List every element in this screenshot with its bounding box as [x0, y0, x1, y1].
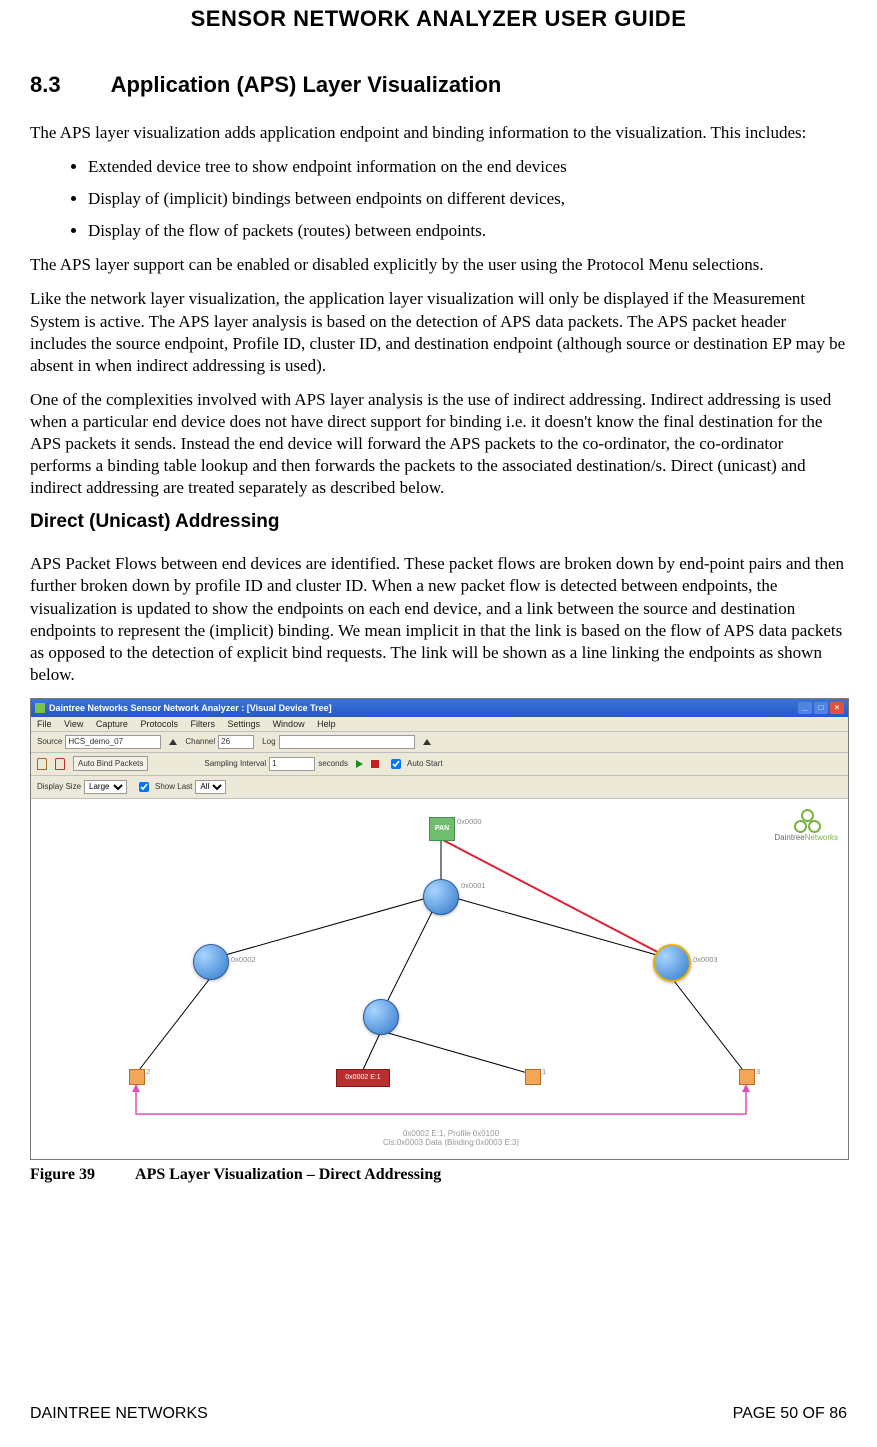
- endpoint-node[interactable]: [739, 1069, 755, 1085]
- endpoint-detail-node[interactable]: 0x0002 E:1: [336, 1069, 390, 1087]
- app-window: Daintree Networks Sensor Network Analyze…: [30, 698, 849, 1160]
- log-label: Log: [262, 737, 275, 746]
- bullet-item: Display of the flow of packets (routes) …: [88, 220, 847, 242]
- footer-right: PAGE 50 OF 86: [733, 1405, 847, 1423]
- bullet-item: Extended device tree to show endpoint in…: [88, 156, 847, 178]
- endpoint-label: 1: [542, 1067, 546, 1076]
- bullet-list: Extended device tree to show endpoint in…: [30, 156, 847, 242]
- source-label: Source: [37, 737, 62, 746]
- node-address-label: 0x0003: [693, 955, 718, 964]
- sampling-input[interactable]: [269, 757, 315, 771]
- menu-protocols[interactable]: Protocols: [140, 719, 178, 729]
- lock-icon[interactable]: [37, 758, 47, 770]
- menu-view[interactable]: View: [64, 719, 83, 729]
- display-size-select[interactable]: Large: [84, 780, 127, 794]
- paragraph: One of the complexities involved with AP…: [30, 389, 847, 499]
- endpoint-label: 3: [756, 1067, 760, 1076]
- auto-start-label: Auto Start: [407, 759, 443, 768]
- channel-input[interactable]: [218, 735, 254, 749]
- toolbar-row-2: Auto Bind Packets Sampling Interval seco…: [31, 753, 848, 776]
- minimize-icon[interactable]: _: [798, 702, 812, 714]
- page-footer: DAINTREE NETWORKS PAGE 50 OF 86: [30, 1405, 847, 1423]
- toolbar-row-3: Display Size Large Show Last All: [31, 776, 848, 799]
- unlock-icon[interactable]: [55, 758, 65, 770]
- menu-settings[interactable]: Settings: [228, 719, 261, 729]
- play-icon[interactable]: [356, 760, 363, 768]
- auto-start-checkbox[interactable]: [391, 759, 401, 769]
- subsection-heading: Direct (Unicast) Addressing: [30, 511, 847, 533]
- log-input[interactable]: [279, 735, 415, 749]
- paragraph: Like the network layer visualization, th…: [30, 288, 847, 376]
- open-icon[interactable]: [169, 739, 177, 745]
- footer-left: DAINTREE NETWORKS: [30, 1405, 208, 1423]
- paragraph: APS Packet Flows between end devices are…: [30, 553, 847, 686]
- node-address-label: 0x0002: [231, 955, 256, 964]
- binding-caption: 0x0002 E:1, Profile 0x0100 Cls:0x0003 Da…: [321, 1129, 581, 1147]
- router-node-selected[interactable]: [653, 944, 691, 982]
- show-last-checkbox[interactable]: [139, 782, 149, 792]
- menu-window[interactable]: Window: [273, 719, 305, 729]
- endpoint-label: 2: [146, 1067, 150, 1076]
- figure-title: APS Layer Visualization – Direct Address…: [135, 1166, 441, 1183]
- menu-filters[interactable]: Filters: [191, 719, 216, 729]
- toolbar-row-1: Source Channel Log: [31, 732, 848, 753]
- show-last-select[interactable]: All: [195, 780, 226, 794]
- pan-coordinator-node[interactable]: PAN: [429, 817, 455, 841]
- source-input[interactable]: [65, 735, 161, 749]
- section-heading: 8.3 Application (APS) Layer Visualizatio…: [30, 72, 847, 98]
- figure-screenshot: Daintree Networks Sensor Network Analyze…: [30, 698, 847, 1184]
- endpoint-node[interactable]: [525, 1069, 541, 1085]
- auto-bind-button[interactable]: Auto Bind Packets: [73, 756, 148, 771]
- menu-bar: File View Capture Protocols Filters Sett…: [31, 717, 848, 732]
- channel-label: Channel: [185, 737, 215, 746]
- topology-svg: [31, 799, 848, 1159]
- title-bar[interactable]: Daintree Networks Sensor Network Analyze…: [31, 699, 848, 717]
- show-last-label: Show Last: [155, 782, 192, 791]
- app-icon: [35, 703, 45, 713]
- router-node[interactable]: [363, 999, 399, 1035]
- document-header: SENSOR NETWORK ANALYZER USER GUIDE: [30, 0, 847, 72]
- open-log-icon[interactable]: [423, 739, 431, 745]
- display-size-label: Display Size: [37, 782, 81, 791]
- visualization-canvas[interactable]: DaintreeNetworks: [31, 799, 848, 1159]
- bullet-item: Display of (implicit) bindings between e…: [88, 188, 847, 210]
- seconds-label: seconds: [318, 759, 348, 768]
- maximize-icon[interactable]: □: [814, 702, 828, 714]
- close-icon[interactable]: ×: [830, 702, 844, 714]
- stop-icon[interactable]: [371, 760, 379, 768]
- router-node[interactable]: [423, 879, 459, 915]
- menu-help[interactable]: Help: [317, 719, 336, 729]
- menu-file[interactable]: File: [37, 719, 52, 729]
- figure-caption: Figure 39 APS Layer Visualization – Direc…: [30, 1166, 847, 1184]
- sampling-label: Sampling Interval: [204, 759, 266, 768]
- menu-capture[interactable]: Capture: [96, 719, 128, 729]
- endpoint-node[interactable]: [129, 1069, 145, 1085]
- node-address-label: 0x0000: [457, 817, 482, 826]
- figure-number: Figure 39: [30, 1166, 95, 1183]
- section-title: Application (APS) Layer Visualization: [111, 72, 502, 98]
- router-node[interactable]: [193, 944, 229, 980]
- section-number: 8.3: [30, 72, 61, 98]
- intro-paragraph: The APS layer visualization adds applica…: [30, 122, 847, 144]
- window-title: Daintree Networks Sensor Network Analyze…: [49, 703, 332, 713]
- node-address-label: 0x0001: [461, 881, 486, 890]
- paragraph: The APS layer support can be enabled or …: [30, 254, 847, 276]
